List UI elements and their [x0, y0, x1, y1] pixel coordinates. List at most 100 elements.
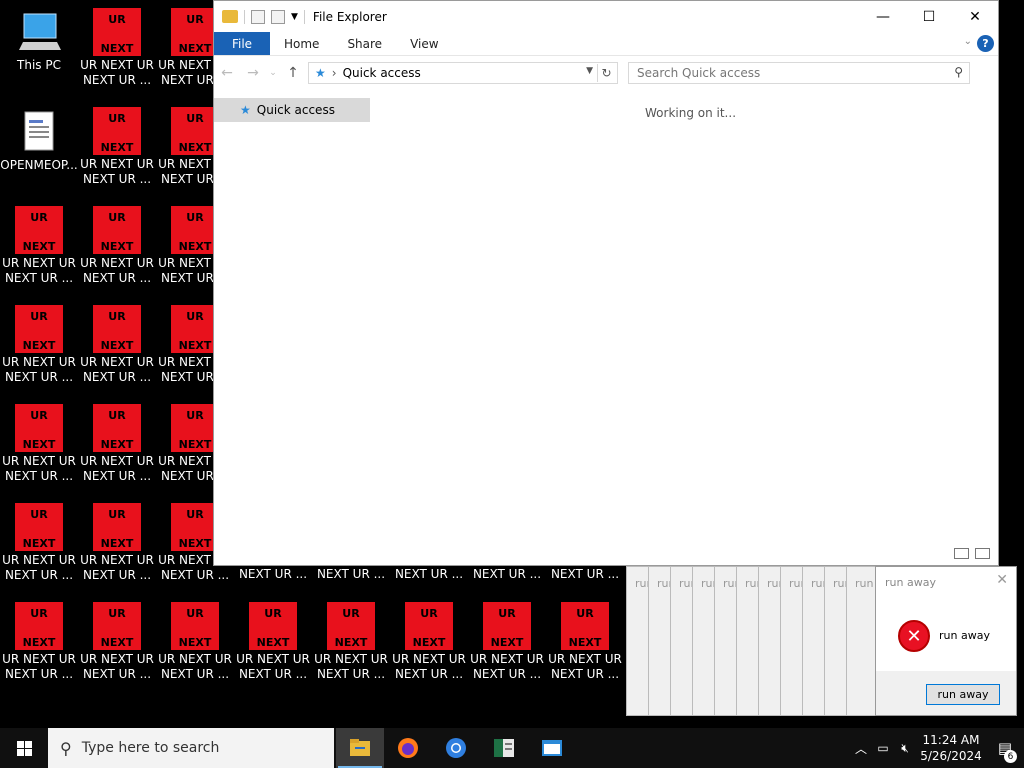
desktop-icon-ur-next[interactable]: UR NEXT UR NEXT UR NEXT UR ...: [0, 206, 78, 298]
details-view-icon[interactable]: [954, 548, 969, 559]
folder-icon: [222, 10, 238, 23]
ur-icon-bottom-text: NEXT: [178, 141, 212, 154]
network-icon[interactable]: ▭: [872, 741, 894, 755]
desktop-icon-ur-next[interactable]: UR NEXT UR NEXT UR NEXT UR ...: [390, 602, 468, 694]
up-arrow-icon[interactable]: ↑: [280, 65, 306, 81]
chevron-down-icon[interactable]: ▼: [291, 12, 298, 22]
ur-icon-top-text: UR: [108, 112, 126, 125]
desktop-icon-label: UR NEXT UR NEXT UR ...: [80, 454, 154, 483]
error-icon: ✕: [898, 620, 930, 652]
desktop-icon-ur-next[interactable]: UR NEXT UR NEXT UR NEXT UR ...: [78, 404, 156, 496]
search-input[interactable]: Search Quick access ⚲: [628, 62, 970, 84]
start-button[interactable]: [0, 728, 48, 768]
refresh-icon[interactable]: ↻: [597, 64, 615, 82]
ur-icon-top-text: UR: [30, 607, 48, 620]
desktop-icon-document[interactable]: OPENMEOP...: [0, 108, 78, 200]
desktop-icon-label: NEXT UR ...: [472, 567, 542, 581]
taskbar-chrome[interactable]: [432, 728, 480, 768]
title-bar: ▼ File Explorer — ☐ ✕: [214, 1, 998, 32]
content-area: ★ Quick access Working on it...: [214, 91, 998, 565]
desktop-icon-ur-next[interactable]: UR NEXT UR NEXT UR NEXT UR ...: [0, 602, 78, 694]
desktop-icon-label: UR NEXT UR NEXT UR ...: [80, 256, 154, 285]
taskbar-firefox[interactable]: [384, 728, 432, 768]
ur-icon-bottom-text: NEXT: [100, 636, 134, 649]
ur-icon-bottom-text: NEXT: [100, 141, 134, 154]
ur-next-icon: UR NEXT: [171, 305, 219, 353]
desktop-icon-ur-next[interactable]: UR NEXT UR NEXT UR NEXT UR ...: [78, 206, 156, 298]
clock[interactable]: 11:24 AM 5/26/2024: [916, 732, 986, 764]
desktop-icon-label: UR NEXT UR NEXT UR ...: [158, 652, 232, 681]
run-away-button[interactable]: run away: [926, 684, 1000, 705]
forward-arrow-icon[interactable]: →: [240, 65, 266, 81]
desktop-icon-ur-next[interactable]: UR NEXT UR NEXT UR NEXT UR ...: [312, 602, 390, 694]
close-button[interactable]: ✕: [952, 1, 998, 32]
quick-access-toolbar: ▼: [214, 9, 305, 24]
expand-ribbon-icon[interactable]: ⌄: [964, 36, 972, 47]
new-folder-icon[interactable]: [271, 9, 285, 24]
ur-icon-bottom-text: NEXT: [100, 240, 134, 253]
ur-icon-top-text: UR: [264, 607, 282, 620]
taskbar-search-box[interactable]: ⚲ Type here to search: [48, 728, 334, 768]
ur-next-icon: UR NEXT: [93, 404, 141, 452]
address-text: Quick access: [342, 66, 421, 80]
quick-access-star-icon: ★: [315, 66, 326, 80]
desktop-icon-ur-next[interactable]: UR NEXT UR NEXT UR NEXT UR ...: [156, 602, 234, 694]
window-title: File Explorer: [312, 9, 387, 24]
ur-icon-bottom-text: NEXT: [22, 537, 56, 550]
volume-muted-icon[interactable]: 🔇︎: [894, 741, 916, 756]
chevron-up-icon[interactable]: ︿: [850, 740, 872, 757]
tab-home[interactable]: Home: [270, 32, 333, 55]
tab-file[interactable]: File: [214, 32, 270, 55]
ur-icon-top-text: UR: [30, 211, 48, 224]
tab-share[interactable]: Share: [333, 32, 396, 55]
desktop-icon-ur-next[interactable]: UR NEXT UR NEXT UR NEXT UR ...: [78, 503, 156, 595]
desktop-icon-ur-next[interactable]: UR NEXT UR NEXT UR NEXT UR ...: [546, 602, 624, 694]
desktop-icon-label: UR NEXT UR NEXT UR ...: [2, 454, 76, 483]
ur-icon-top-text: UR: [186, 112, 204, 125]
desktop-icon-label: NEXT UR ...: [550, 567, 620, 581]
chevron-down-icon[interactable]: ▼: [586, 66, 593, 76]
nav-item-quick-access[interactable]: ★ Quick access: [214, 98, 370, 122]
large-icons-view-icon[interactable]: [975, 548, 990, 559]
ur-icon-bottom-text: NEXT: [178, 339, 212, 352]
clock-date: 5/26/2024: [920, 749, 982, 763]
minimize-button[interactable]: —: [860, 1, 906, 32]
desktop-icon-ur-next[interactable]: UR NEXT UR NEXT UR NEXT UR ...: [78, 107, 156, 199]
chevron-right-icon: ›: [331, 66, 337, 80]
ur-next-icon: UR NEXT: [249, 602, 297, 650]
action-center-button[interactable]: ▤ 6: [986, 739, 1024, 763]
ur-next-icon: UR NEXT: [93, 206, 141, 254]
properties-icon[interactable]: [251, 9, 265, 24]
desktop-icon-ur-next[interactable]: UR NEXT UR NEXT UR NEXT UR ...: [0, 503, 78, 595]
back-arrow-icon[interactable]: ←: [214, 65, 240, 81]
address-bar[interactable]: ★ › Quick access ▼ ↻: [308, 62, 618, 84]
help-icon[interactable]: ?: [977, 35, 994, 52]
taskbar-file-explorer[interactable]: [336, 728, 384, 768]
desktop-icon-label: UR NEXT UR NEXT UR ...: [80, 355, 154, 384]
ur-icon-bottom-text: NEXT: [178, 42, 212, 55]
taskbar: ⚲ Type here to search ︿ ▭ 🔇︎ 11:24 AM 5/…: [0, 728, 1024, 768]
ur-icon-bottom-text: NEXT: [100, 537, 134, 550]
document-icon: [15, 108, 63, 156]
taskbar-app-window[interactable]: [528, 728, 576, 768]
ur-next-icon: UR NEXT: [171, 107, 219, 155]
close-icon[interactable]: ✕: [996, 572, 1008, 588]
tab-view[interactable]: View: [396, 32, 452, 55]
desktop-icon-ur-next[interactable]: UR NEXT UR NEXT UR NEXT UR ...: [234, 602, 312, 694]
desktop-icon-ur-next[interactable]: UR NEXT UR NEXT UR NEXT UR ...: [468, 602, 546, 694]
desktop-icon-this-pc[interactable]: This PC: [0, 8, 78, 100]
ur-icon-top-text: UR: [108, 13, 126, 26]
desktop-icon-ur-next[interactable]: UR NEXT UR NEXT UR NEXT UR ...: [0, 305, 78, 397]
taskbar-spreadsheet[interactable]: [480, 728, 528, 768]
clock-time: 11:24 AM: [922, 733, 980, 747]
desktop-icon-ur-next[interactable]: UR NEXT UR NEXT UR NEXT UR ...: [78, 8, 156, 100]
desktop-icon-ur-next[interactable]: UR NEXT UR NEXT UR NEXT UR ...: [78, 305, 156, 397]
ur-next-icon: UR NEXT: [171, 206, 219, 254]
desktop-icon-label: This PC: [17, 58, 61, 72]
desktop-icon-ur-next[interactable]: UR NEXT UR NEXT UR NEXT UR ...: [78, 602, 156, 694]
ur-next-icon: UR NEXT: [483, 602, 531, 650]
recent-chevron-icon[interactable]: ⌄: [266, 68, 280, 78]
desktop-icon-ur-next[interactable]: UR NEXT UR NEXT UR NEXT UR ...: [0, 404, 78, 496]
quick-access-star-icon: ★: [240, 103, 251, 117]
maximize-button[interactable]: ☐: [906, 1, 952, 32]
